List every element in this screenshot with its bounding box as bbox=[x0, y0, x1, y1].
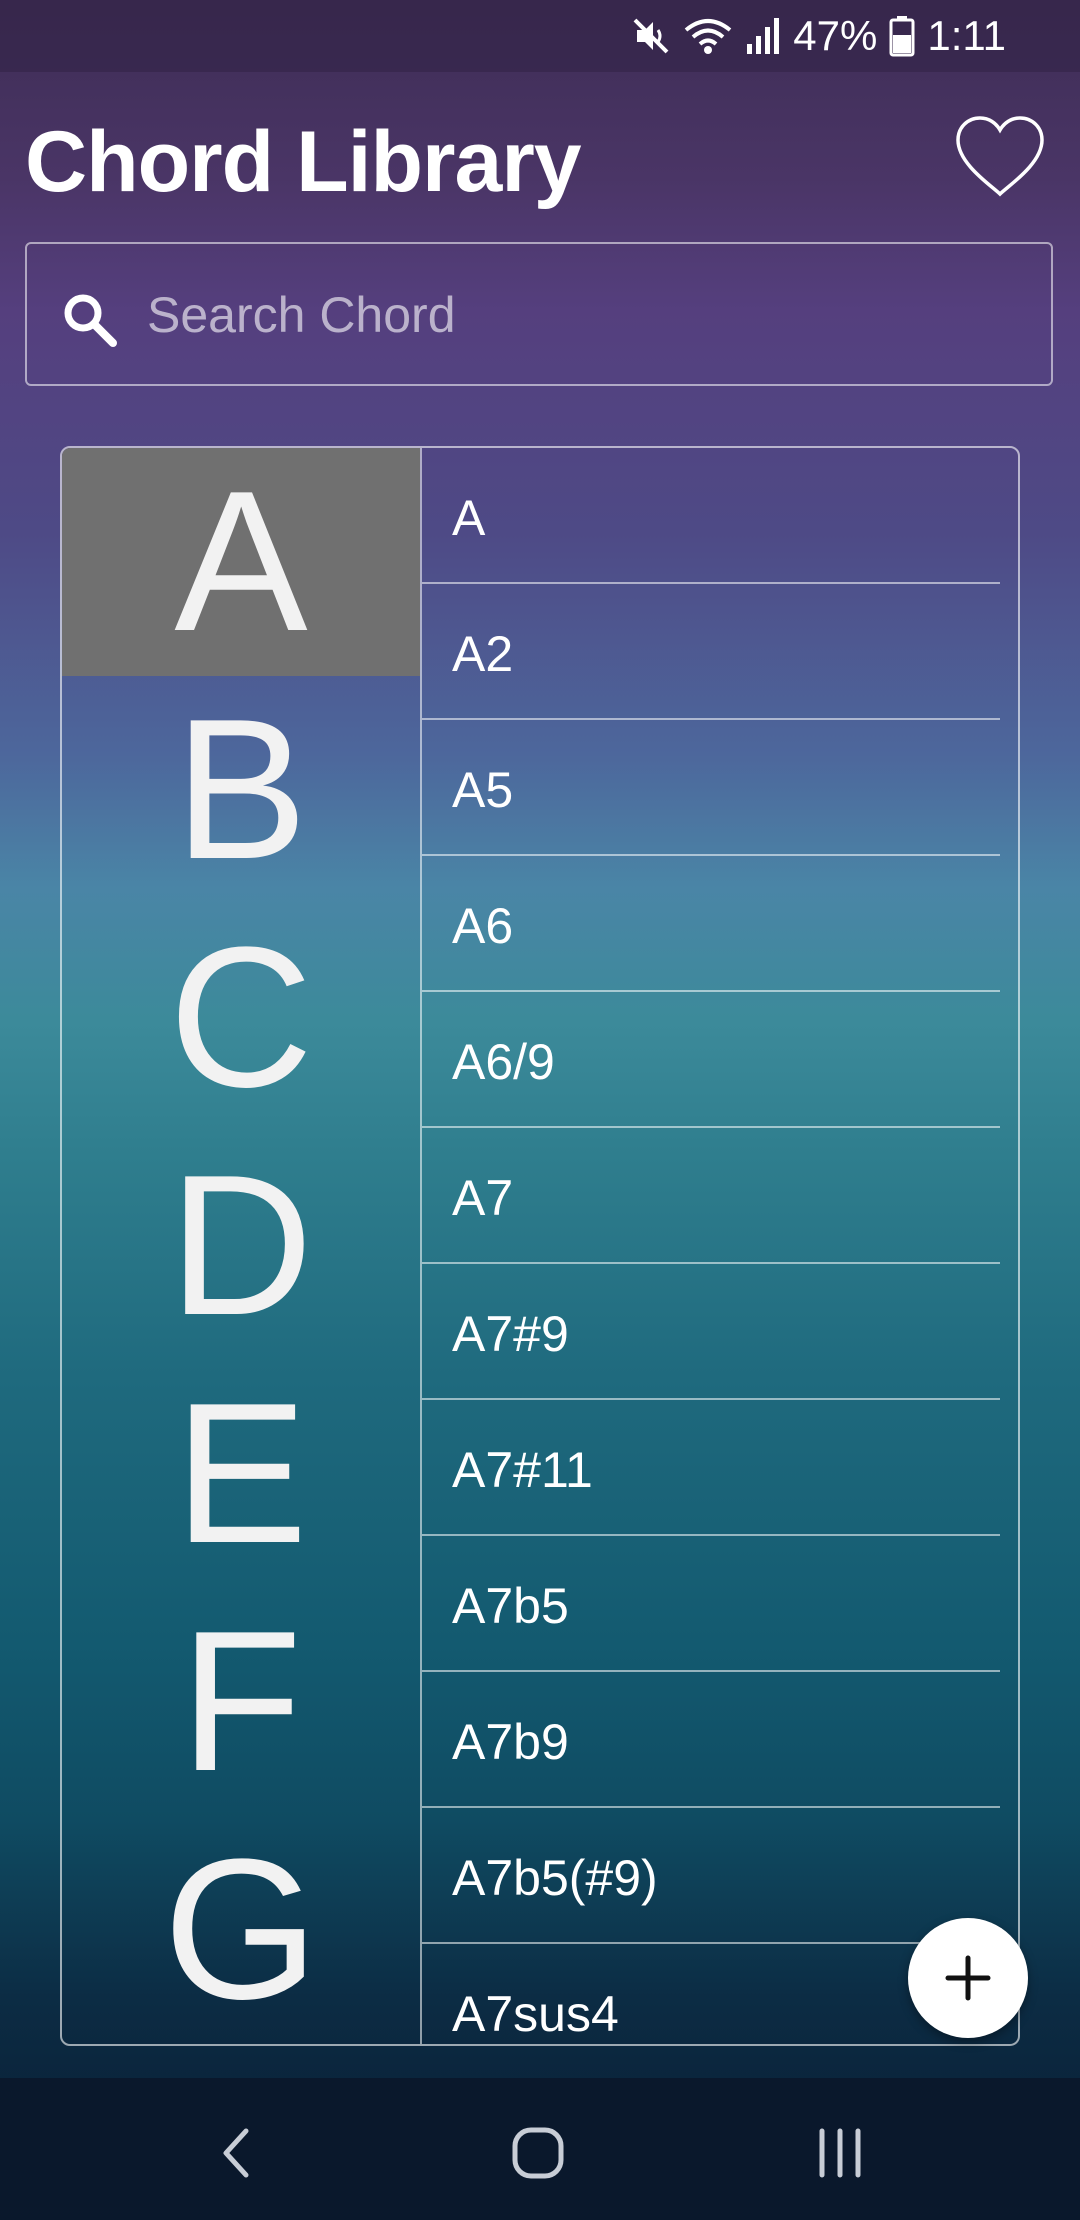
chord-list[interactable]: A A2 A5 A6 A6/9 A7 A7#9 A7#11 A7b5 A7b9 A7b5(#9) A7… bbox=[422, 448, 1018, 2044]
heart-outline-icon bbox=[956, 116, 1044, 197]
letter-e[interactable]: E bbox=[62, 1360, 420, 1588]
mute-icon bbox=[631, 16, 671, 56]
chord-row[interactable]: A7#9 bbox=[422, 1264, 1000, 1400]
chord-label: A5 bbox=[452, 762, 514, 818]
letter-index: ABCDEFG bbox=[62, 448, 422, 2044]
add-chord-button[interactable] bbox=[908, 1918, 1028, 2038]
back-button[interactable] bbox=[186, 2108, 286, 2198]
chord-row[interactable]: A7#11 bbox=[422, 1400, 1000, 1536]
chord-label: A7#9 bbox=[452, 1306, 569, 1362]
chord-row[interactable]: A7b5(#9) bbox=[422, 1808, 1000, 1944]
search-icon bbox=[64, 294, 117, 347]
home-button[interactable] bbox=[488, 2108, 588, 2198]
battery-icon bbox=[889, 15, 915, 57]
letter-f[interactable]: F bbox=[62, 1588, 420, 1816]
home-icon bbox=[512, 2127, 564, 2179]
page-title: Chord Library bbox=[25, 114, 582, 210]
chord-label: A7#11 bbox=[452, 1442, 593, 1498]
letter-c[interactable]: C bbox=[62, 904, 420, 1132]
plus-icon bbox=[945, 1955, 991, 2001]
recents-icon bbox=[819, 2128, 861, 2178]
letter-d[interactable]: D bbox=[62, 1132, 420, 1360]
chord-row[interactable]: A5 bbox=[422, 720, 1000, 856]
signal-icon bbox=[745, 16, 781, 56]
status-time: 1:11 bbox=[927, 12, 1006, 59]
chord-label: A7b9 bbox=[452, 1714, 569, 1770]
chord-row[interactable]: A bbox=[422, 448, 1000, 584]
chord-label: A7b5 bbox=[452, 1578, 569, 1634]
status-icons: 47% 1:11 bbox=[631, 6, 1006, 66]
back-icon bbox=[223, 2128, 249, 2178]
search-input[interactable] bbox=[145, 274, 1029, 356]
chord-row[interactable]: A7b9 bbox=[422, 1672, 1000, 1808]
chord-row[interactable]: A6 bbox=[422, 856, 1000, 992]
search-box[interactable] bbox=[25, 242, 1053, 386]
letter-a[interactable]: A bbox=[62, 448, 420, 676]
navigation-bar bbox=[0, 2078, 1080, 2220]
letter-b[interactable]: B bbox=[62, 676, 420, 904]
battery-percent: 47% bbox=[793, 12, 878, 59]
letter-g[interactable]: G bbox=[62, 1816, 420, 2044]
chord-row[interactable]: A2 bbox=[422, 584, 1000, 720]
wifi-icon bbox=[683, 16, 733, 56]
status-bar: 47% 1:11 bbox=[0, 0, 1080, 72]
chord-label: A2 bbox=[452, 626, 514, 682]
chord-label: A7sus4 bbox=[452, 1986, 619, 2042]
chord-row[interactable]: A6/9 bbox=[422, 992, 1000, 1128]
chord-label: A6 bbox=[452, 898, 514, 954]
chord-row[interactable]: A7b5 bbox=[422, 1536, 1000, 1672]
chord-row[interactable]: A7 bbox=[422, 1128, 1000, 1264]
chord-label: A bbox=[452, 490, 486, 546]
chord-label: A6/9 bbox=[452, 1034, 555, 1090]
favorites-button[interactable] bbox=[950, 112, 1050, 202]
chord-library-panel: ABCDEFG A A2 A5 A6 A6/9 A7 A7#9 A7#11 A7b5 A7b9 A7… bbox=[60, 446, 1020, 2046]
recents-button[interactable] bbox=[790, 2108, 890, 2198]
chord-label: A7b5(#9) bbox=[452, 1850, 658, 1906]
chord-label: A7 bbox=[452, 1170, 514, 1226]
